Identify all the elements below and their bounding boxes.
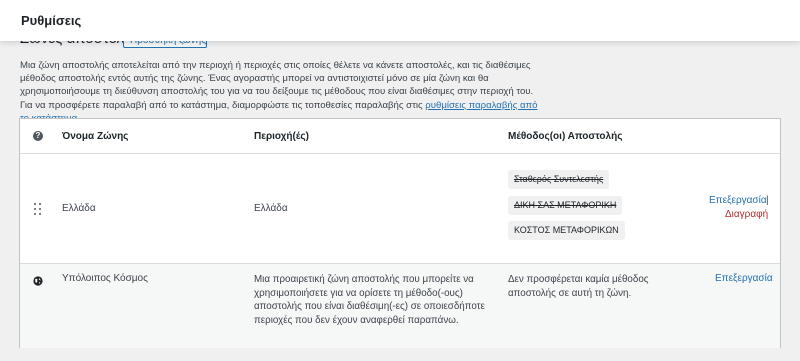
edit-link[interactable]: Επεξεργασία (709, 195, 767, 206)
edit-link[interactable]: Επεξεργασία (715, 273, 773, 284)
zone-name[interactable]: Ελλάδα (62, 203, 96, 214)
shipping-zones-table: ? Όνομα Ζώνης Περιοχή(ές) Μέθοδος(οι) Απ… (19, 118, 781, 348)
no-methods-text: Δεν προσφέρεται καμία μέθοδος αποστολής … (508, 274, 649, 299)
zone-region: Ελλάδα (254, 203, 288, 214)
header-zone-name: Όνομα Ζώνης (62, 131, 129, 142)
method-badge[interactable]: ΚΟΣΤΟΣ ΜΕΤΑΦΟΡΙΚΩΝ (508, 221, 625, 240)
page-title: Ρυθμίσεις (21, 13, 82, 28)
help-icon[interactable]: ? (33, 131, 43, 141)
table-header: ? Όνομα Ζώνης Περιοχή(ές) Μέθοδος(οι) Απ… (20, 119, 780, 154)
header-methods: Μέθοδος(οι) Αποστολής (508, 131, 623, 142)
delete-link[interactable]: Διαγραφή (725, 209, 768, 220)
table-row: Υπόλοιπος Κόσμος Μια προαιρετική ζώνη απ… (20, 264, 780, 348)
globe-icon (33, 276, 43, 286)
table-row: Ελλάδα Ελλάδα Σταθερός Συντελεστής ΔΙΚΗ … (20, 154, 780, 264)
zone-name[interactable]: Υπόλοιπος Κόσμος (62, 273, 148, 284)
drag-handle-icon[interactable] (34, 203, 42, 217)
method-badge[interactable]: Σταθερός Συντελεστής (508, 170, 610, 189)
intro-text: Μια ζώνη αποστολής αποτελείται από την π… (20, 59, 540, 125)
zone-description: Μια προαιρετική ζώνη αποστολής που μπορε… (254, 274, 485, 326)
header-regions: Περιοχή(ές) (254, 131, 309, 142)
top-bar: Ρυθμίσεις (0, 0, 800, 41)
method-badge[interactable]: ΔΙΚΗ ΣΑΣ ΜΕΤΑΦΟΡΙΚΗ (508, 196, 623, 215)
link-separator: | (766, 195, 769, 206)
